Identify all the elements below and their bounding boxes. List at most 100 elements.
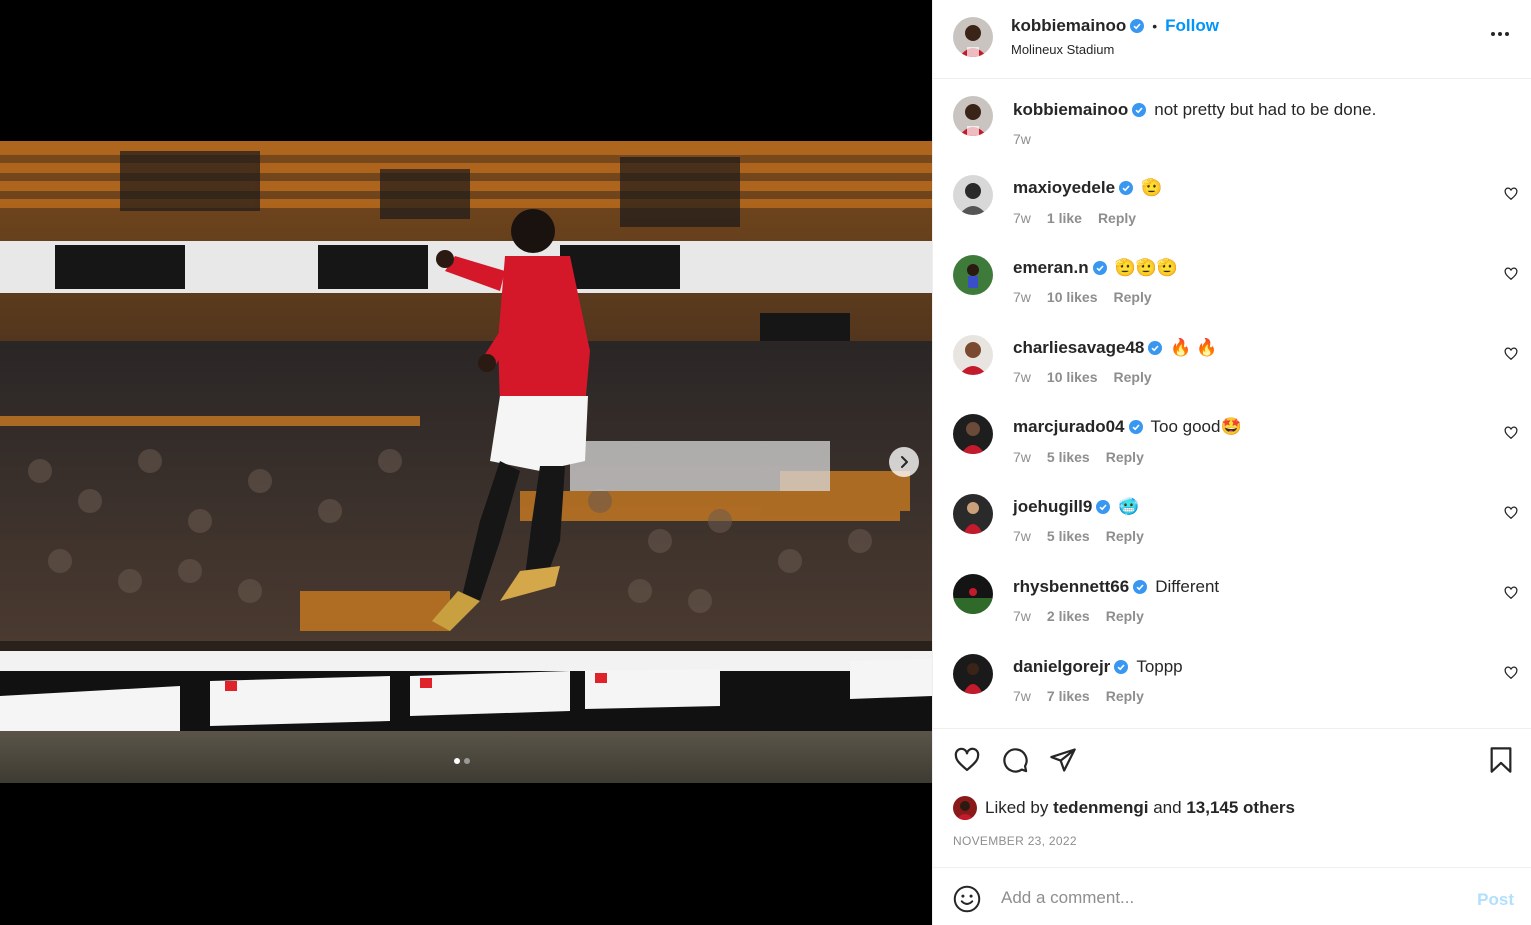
comment-text: Toppp xyxy=(1136,657,1183,676)
add-comment-bar: Post xyxy=(933,867,1531,925)
comment-time[interactable]: 7w xyxy=(1013,369,1031,385)
comment-time[interactable]: 7w xyxy=(1013,449,1031,465)
bookmark-icon[interactable] xyxy=(1488,746,1514,774)
caption-line: kobbiemainoo not pretty but had to be do… xyxy=(1013,100,1376,120)
verified-badge-icon xyxy=(1148,341,1163,355)
verified-badge-icon xyxy=(1128,420,1143,434)
comment-text: Different xyxy=(1155,577,1220,596)
author-username[interactable]: kobbiemainoo xyxy=(1011,16,1126,36)
comment-meta: 7w 2 likes Reply xyxy=(1013,608,1144,624)
chevron-right-icon xyxy=(901,456,908,468)
comment-line: charliesavage48 🔥 🔥 xyxy=(1013,338,1217,358)
caption-time[interactable]: 7w xyxy=(1013,131,1031,147)
comment-line: danielgorejr Toppp xyxy=(1013,657,1183,677)
comment-likes[interactable]: 2 likes xyxy=(1047,608,1090,624)
comment-time[interactable]: 7w xyxy=(1013,528,1031,544)
likes-prefix: Liked by xyxy=(985,798,1049,817)
comment-username[interactable]: charliesavage48 xyxy=(1013,338,1144,358)
post-header: kobbiemainoo • Follow Molineux Stadium xyxy=(933,0,1531,79)
commenter-avatar[interactable] xyxy=(953,335,993,375)
comment-line: emeran.n 🫡🫡🫡 xyxy=(1013,258,1178,278)
likes-middle: and xyxy=(1153,798,1182,817)
post-photo[interactable] xyxy=(0,141,932,783)
carousel-indicator xyxy=(454,758,470,764)
comment-likes[interactable]: 7 likes xyxy=(1047,688,1090,704)
comment-likes[interactable]: 1 like xyxy=(1047,210,1082,226)
liker-avatar[interactable] xyxy=(953,796,977,820)
caption-username[interactable]: kobbiemainoo xyxy=(1013,100,1128,120)
comment-like-icon[interactable] xyxy=(1504,347,1518,361)
comment-like-icon[interactable] xyxy=(1504,506,1518,520)
reply-button[interactable]: Reply xyxy=(1114,289,1152,305)
send-icon[interactable] xyxy=(1049,746,1077,774)
post-media xyxy=(0,0,932,925)
verified-badge-icon xyxy=(1133,580,1148,594)
author-line: kobbiemainoo • Follow xyxy=(1011,16,1219,36)
likes-others[interactable]: 13,145 others xyxy=(1186,798,1295,818)
comment-likes[interactable]: 10 likes xyxy=(1047,289,1098,305)
comment-meta: 7w 7 likes Reply xyxy=(1013,688,1144,704)
verified-badge-icon xyxy=(1132,103,1147,117)
comment-line: marcjurado04 Too good🤩 xyxy=(1013,417,1242,437)
comment-meta: 7w 5 likes Reply xyxy=(1013,528,1144,544)
heart-icon[interactable] xyxy=(953,746,981,774)
comment-username[interactable]: maxioyedele xyxy=(1013,178,1115,198)
comment-like-icon[interactable] xyxy=(1504,666,1518,680)
comment-text: 🔥 🔥 xyxy=(1170,338,1218,357)
comment-username[interactable]: rhysbennett66 xyxy=(1013,577,1129,597)
comment-like-icon[interactable] xyxy=(1504,267,1518,281)
post-details-panel: kobbiemainoo • Follow Molineux Stadium k… xyxy=(932,0,1531,925)
comment-username[interactable]: danielgorejr xyxy=(1013,657,1110,677)
comment-text: 🫡 xyxy=(1141,178,1163,197)
commenter-avatar[interactable] xyxy=(953,574,993,614)
reply-button[interactable]: Reply xyxy=(1106,528,1144,544)
commenter-avatar[interactable] xyxy=(953,255,993,295)
reply-button[interactable]: Reply xyxy=(1106,608,1144,624)
caption-text: not pretty but had to be done. xyxy=(1154,100,1377,119)
liker-username[interactable]: tedenmengi xyxy=(1053,798,1148,818)
comment-username[interactable]: emeran.n xyxy=(1013,258,1089,278)
comment-meta: 7w 10 likes Reply xyxy=(1013,289,1152,305)
comment-line: joehugill9 🥶 xyxy=(1013,497,1140,517)
verified-badge-icon xyxy=(1092,261,1107,275)
reply-button[interactable]: Reply xyxy=(1098,210,1136,226)
reply-button[interactable]: Reply xyxy=(1106,449,1144,465)
separator-dot: • xyxy=(1152,18,1158,34)
comment-like-icon[interactable] xyxy=(1504,426,1518,440)
comment-icon[interactable] xyxy=(1001,746,1029,774)
post-comment-button[interactable]: Post xyxy=(1477,890,1514,910)
emoji-icon[interactable] xyxy=(953,885,981,913)
comment-likes[interactable]: 5 likes xyxy=(1047,449,1090,465)
comment-username[interactable]: joehugill9 xyxy=(1013,497,1092,517)
comment-text: 🫡🫡🫡 xyxy=(1114,258,1179,277)
reply-button[interactable]: Reply xyxy=(1114,369,1152,385)
post-date[interactable]: NOVEMBER 23, 2022 xyxy=(953,834,1077,848)
carousel-next-button[interactable] xyxy=(889,447,919,477)
more-options-icon xyxy=(1491,32,1509,36)
comment-meta: 7w 1 like Reply xyxy=(1013,210,1136,226)
author-avatar[interactable] xyxy=(953,96,993,136)
comment-likes[interactable]: 10 likes xyxy=(1047,369,1098,385)
commenter-avatar[interactable] xyxy=(953,175,993,215)
commenter-avatar[interactable] xyxy=(953,654,993,694)
comment-like-icon[interactable] xyxy=(1504,586,1518,600)
comment-username[interactable]: marcjurado04 xyxy=(1013,417,1125,437)
commenter-avatar[interactable] xyxy=(953,414,993,454)
comment-time[interactable]: 7w xyxy=(1013,688,1031,704)
more-options-button[interactable] xyxy=(1490,24,1510,42)
post-actions: Liked by tedenmengi and 13,145 others NO… xyxy=(933,728,1531,868)
comment-time[interactable]: 7w xyxy=(1013,289,1031,305)
verified-badge-icon xyxy=(1130,19,1145,33)
comment-input[interactable] xyxy=(1001,884,1431,912)
comment-text: 🥶 xyxy=(1118,497,1140,516)
post-location[interactable]: Molineux Stadium xyxy=(1011,42,1114,57)
comment-like-icon[interactable] xyxy=(1504,187,1518,201)
comment-line: rhysbennett66 Different xyxy=(1013,577,1219,597)
follow-button[interactable]: Follow xyxy=(1165,16,1219,36)
author-avatar[interactable] xyxy=(953,17,993,57)
reply-button[interactable]: Reply xyxy=(1106,688,1144,704)
comment-likes[interactable]: 5 likes xyxy=(1047,528,1090,544)
comment-time[interactable]: 7w xyxy=(1013,608,1031,624)
comment-time[interactable]: 7w xyxy=(1013,210,1031,226)
commenter-avatar[interactable] xyxy=(953,494,993,534)
